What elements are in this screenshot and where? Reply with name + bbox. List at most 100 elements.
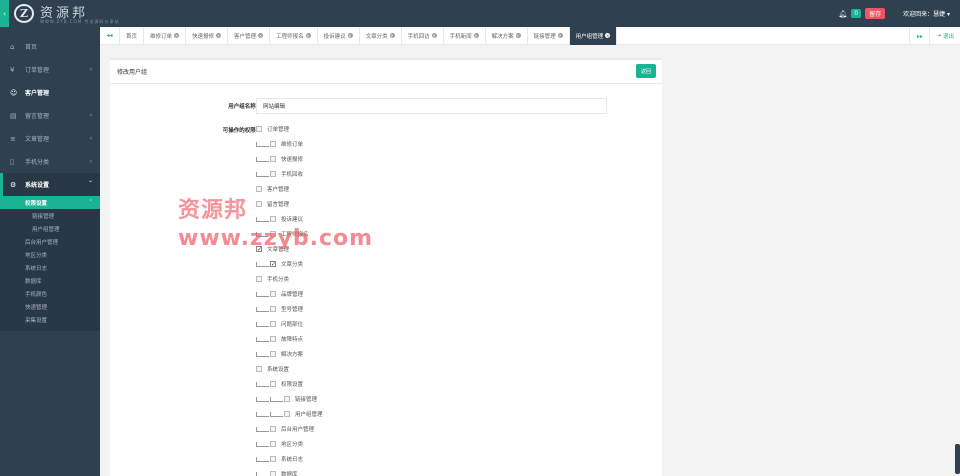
- logout-button[interactable]: ⇥ 退出: [929, 27, 960, 45]
- tab[interactable]: 手机回访 ×: [402, 26, 444, 45]
- permission-item: 链接管理: [256, 394, 317, 404]
- close-icon[interactable]: ×: [431, 33, 437, 38]
- tab[interactable]: 首页: [120, 26, 145, 45]
- tab-label: 维修订单: [150, 33, 173, 40]
- permission-checkbox[interactable]: [270, 456, 276, 462]
- page-scrollbar[interactable]: [955, 444, 960, 474]
- permission-checkbox[interactable]: [284, 411, 290, 417]
- submenu-item[interactable]: 数据库: [0, 274, 100, 287]
- watermark-logo-text: 资源邦: [178, 197, 248, 223]
- submenu-item-label: 权限设置: [25, 200, 48, 207]
- tab-scroll-left-button[interactable]: ◂◂: [100, 26, 120, 45]
- close-icon[interactable]: ×: [557, 33, 563, 38]
- permission-checkbox[interactable]: [270, 471, 276, 476]
- permission-checkbox[interactable]: [270, 306, 276, 312]
- sidebar-item[interactable]: ¥ 订单管理 ‹: [0, 58, 100, 81]
- tree-connector: [256, 156, 269, 162]
- permission-checkbox[interactable]: [270, 141, 276, 147]
- submenu-item[interactable]: 采集设置: [0, 313, 100, 326]
- tab[interactable]: 快速报修 ×: [186, 26, 229, 45]
- permission-checkbox[interactable]: [256, 366, 262, 372]
- tab[interactable]: 投诉建议 ×: [318, 26, 360, 45]
- tree-connector: [256, 396, 269, 402]
- tab[interactable]: 解决方案 ×: [486, 26, 528, 45]
- permission-checkbox[interactable]: [270, 426, 276, 432]
- sidebar-item-icon: ⚙: [10, 180, 17, 189]
- permission-checkbox[interactable]: [256, 276, 262, 282]
- tab[interactable]: 工程师报名 ×: [270, 26, 318, 45]
- permission-checkbox[interactable]: [270, 171, 276, 177]
- permission-checkbox[interactable]: [270, 351, 276, 357]
- sidebar-item-icon: ⌂: [10, 42, 15, 51]
- tab[interactable]: 客户管理 ×: [228, 26, 271, 45]
- permission-item: 投诉建议: [256, 214, 303, 224]
- close-icon[interactable]: ×: [174, 33, 180, 38]
- close-icon[interactable]: ×: [305, 33, 311, 38]
- permission-checkbox[interactable]: [270, 216, 276, 222]
- logout-icon: ⇥: [936, 33, 941, 39]
- close-icon[interactable]: ×: [389, 33, 395, 38]
- user-menu[interactable]: 欢迎回来：慧婕 ▾: [903, 9, 950, 18]
- permission-item: 系统设置: [256, 364, 289, 374]
- permission-checkbox[interactable]: [270, 156, 276, 162]
- submenu-child-item[interactable]: 链接管理: [0, 209, 100, 222]
- permission-item: 留言管理: [256, 199, 289, 209]
- permission-checkbox[interactable]: [270, 381, 276, 387]
- submenu-item[interactable]: 系统日志: [0, 261, 100, 274]
- submenu-child-item[interactable]: 用户组管理: [0, 222, 100, 235]
- sidebar: ⌂ 首页 ¥ 订单管理 ‹ ☺ 客户管理 ▤ 留言管理 ‹ ≡ 文章管理 ‹ ▯ 手机分类 ‹ ⚙ 系统设置 ˇ 权限…: [0, 27, 100, 476]
- sidebar-item[interactable]: ≡ 文章管理 ‹: [0, 127, 100, 150]
- tab[interactable]: 维修订单 ×: [144, 26, 187, 45]
- permission-checkbox[interactable]: [270, 336, 276, 342]
- permission-label: 留言管理: [267, 202, 290, 208]
- close-icon[interactable]: ×: [347, 33, 353, 38]
- tree-connector: [256, 381, 269, 387]
- permission-checkbox[interactable]: [270, 441, 276, 447]
- permission-checkbox[interactable]: [284, 396, 290, 402]
- permissions-label: 可操作的权限:: [222, 128, 258, 134]
- tab-label: 快速报修: [192, 33, 215, 40]
- submenu-item[interactable]: 地区分类: [0, 248, 100, 261]
- close-icon[interactable]: ×: [258, 33, 264, 38]
- submenu-item[interactable]: 快递管理: [0, 300, 100, 313]
- permission-checkbox[interactable]: [256, 126, 262, 132]
- status-badge[interactable]: 留存: [865, 8, 886, 19]
- close-icon[interactable]: ×: [216, 33, 222, 38]
- permission-label: 订单管理: [267, 127, 290, 133]
- tab[interactable]: 手机新闻 ×: [444, 26, 486, 45]
- sidebar-item[interactable]: ▯ 手机分类 ‹: [0, 150, 100, 173]
- permission-item: 故障特点: [256, 334, 303, 344]
- permission-checkbox[interactable]: [270, 321, 276, 327]
- sidebar-item-label: 客户管理: [25, 90, 50, 97]
- sidebar-item[interactable]: ☺ 客户管理: [0, 81, 100, 104]
- group-name-input[interactable]: [256, 98, 607, 114]
- sidebar-item[interactable]: ▤ 留言管理 ‹: [0, 104, 100, 127]
- permission-item: 型号管理: [256, 304, 303, 314]
- tree-connector: [256, 306, 269, 312]
- double-chevron-right-icon: ▸▸: [916, 32, 923, 40]
- sidebar-item[interactable]: ⌂ 首页: [0, 35, 100, 58]
- permission-checkbox[interactable]: [256, 186, 262, 192]
- tab[interactable]: 链接管理 ×: [528, 26, 570, 45]
- permission-checkbox[interactable]: [256, 201, 262, 207]
- sidebar-item-label: 系统设置: [25, 182, 50, 189]
- sidebar-toggle-button[interactable]: ‹: [0, 0, 9, 27]
- permission-item: 手机回收: [256, 169, 303, 179]
- close-icon[interactable]: ×: [605, 33, 611, 38]
- close-icon[interactable]: ×: [473, 33, 479, 38]
- tab[interactable]: 文章分类 ×: [360, 26, 402, 45]
- permission-checkbox[interactable]: ✓: [270, 261, 276, 268]
- sidebar-item-label: 留言管理: [25, 113, 50, 120]
- submenu-item-permissions[interactable]: 权限设置 ˇ: [0, 196, 100, 209]
- submenu-item[interactable]: 后台用户管理: [0, 235, 100, 248]
- bell-icon[interactable]: 🔔︎: [838, 10, 847, 18]
- sidebar-item[interactable]: ⚙ 系统设置 ˇ: [0, 173, 100, 196]
- submenu-item[interactable]: 手机颜色: [0, 287, 100, 300]
- back-button[interactable]: 返回: [635, 64, 656, 78]
- tab-scroll-right-button[interactable]: ▸▸: [909, 27, 929, 45]
- permission-checkbox[interactable]: [270, 291, 276, 297]
- tab[interactable]: 用户组管理 ×: [569, 26, 618, 45]
- logout-label: 退出: [942, 34, 954, 40]
- close-icon[interactable]: ×: [515, 33, 521, 38]
- notification-count[interactable]: 0: [851, 9, 862, 18]
